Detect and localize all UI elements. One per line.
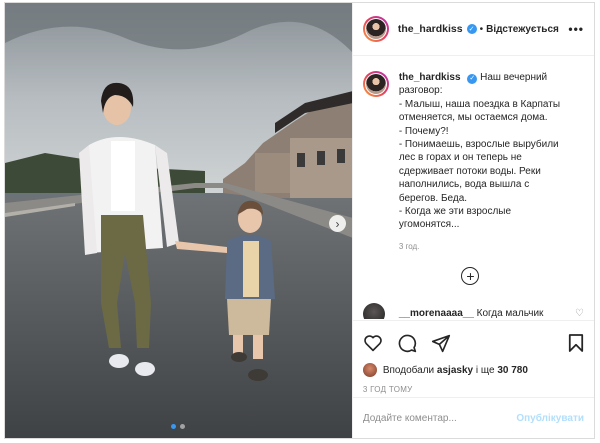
caption-line: - Малыш, наша поездка в Карпаты: [398, 98, 561, 110]
caption-username[interactable]: the_hardkiss: [399, 72, 461, 83]
likes-count[interactable]: 30 780: [497, 365, 528, 376]
comments-area[interactable]: the_hardkiss ✓ Наш вечерний разговор: - …: [353, 57, 594, 319]
caption-line: берегов. Беда.: [398, 192, 468, 204]
post-photo[interactable]: ›: [5, 3, 352, 438]
caption-line: - Когда же эти взрослые: [398, 206, 512, 218]
heart-icon[interactable]: [363, 334, 383, 352]
add-comment-input[interactable]: [362, 412, 513, 424]
likes-summary: Вподобали asjasky і ще 30 780: [362, 363, 584, 377]
caption-text: the_hardkiss ✓ Наш вечерний разговор: - …: [399, 71, 577, 232]
caption-line: - Понимаешь, взрослые вырубили: [398, 139, 559, 151]
caption: the_hardkiss ✓ Наш вечерний разговор: - …: [362, 71, 584, 232]
caption-time[interactable]: 3 год.: [399, 242, 584, 251]
publish-button[interactable]: Опублікувати: [516, 413, 584, 424]
following-button[interactable]: Відстежується: [486, 24, 559, 35]
separator-dot: •: [479, 23, 484, 35]
caption-avatar[interactable]: [362, 71, 389, 97]
next-photo-button[interactable]: ›: [329, 215, 346, 232]
comment-icon[interactable]: [397, 333, 417, 353]
comment-item: __morenaaaa__ Когда мальчик ♡: [362, 302, 584, 319]
comment-body: Когда мальчик: [476, 308, 544, 319]
liker-username[interactable]: asjasky: [437, 365, 473, 376]
chevron-right-icon: ›: [335, 216, 340, 231]
post-actions: Вподобали asjasky і ще 30 780 3 ГОД ТОМУ: [352, 320, 594, 394]
post-header: the_hardkiss ✓ • Відстежується •••: [352, 3, 594, 56]
comment-text: __morenaaaa__ Когда мальчик: [399, 308, 544, 319]
add-comment-bar: Опублікувати: [352, 397, 594, 438]
instagram-post: › the_hardkiss ✓ • Відстежується ••• the…: [4, 2, 595, 439]
likes-middle: і ще: [475, 364, 495, 376]
header-username[interactable]: the_hardkiss: [398, 23, 463, 35]
caption-line: наполнились, вода вышла с: [398, 179, 530, 191]
carousel-dot: [180, 424, 185, 429]
more-options-button[interactable]: •••: [568, 22, 584, 36]
bookmark-icon[interactable]: [568, 333, 584, 353]
post-sidebar: the_hardkiss ✓ • Відстежується ••• the_h…: [351, 3, 594, 438]
liker-avatar[interactable]: [362, 363, 377, 377]
caption-line: разговор:: [398, 85, 443, 97]
caption-line: угомонятся...: [398, 219, 460, 231]
commenter-avatar[interactable]: [362, 302, 385, 319]
plus-circle-icon: +: [466, 267, 475, 284]
verified-icon: ✓: [467, 73, 478, 84]
caption-line: - Почему?!: [398, 125, 449, 137]
share-icon[interactable]: [431, 334, 451, 353]
caption-line: Наш вечерний: [480, 72, 548, 83]
carousel-dot-active: [171, 424, 176, 429]
carousel-dots: [171, 424, 185, 429]
likes-prefix: Вподобали: [382, 364, 435, 376]
comment-like-icon[interactable]: ♡: [575, 308, 584, 319]
verified-icon: ✓: [466, 24, 477, 34]
photo-scene: [5, 3, 352, 438]
load-more-comments-button[interactable]: +: [461, 266, 480, 285]
caption-line: отменяется, мы остаемся дома.: [398, 112, 548, 124]
comment-username[interactable]: __morenaaaa__: [399, 308, 474, 319]
posted-time[interactable]: 3 ГОД ТОМУ: [363, 385, 584, 394]
caption-line: сдерживает потоки воды. Реки: [398, 165, 541, 177]
avatar[interactable]: [362, 16, 389, 42]
caption-line: лес в горах и он теперь не: [398, 152, 522, 164]
